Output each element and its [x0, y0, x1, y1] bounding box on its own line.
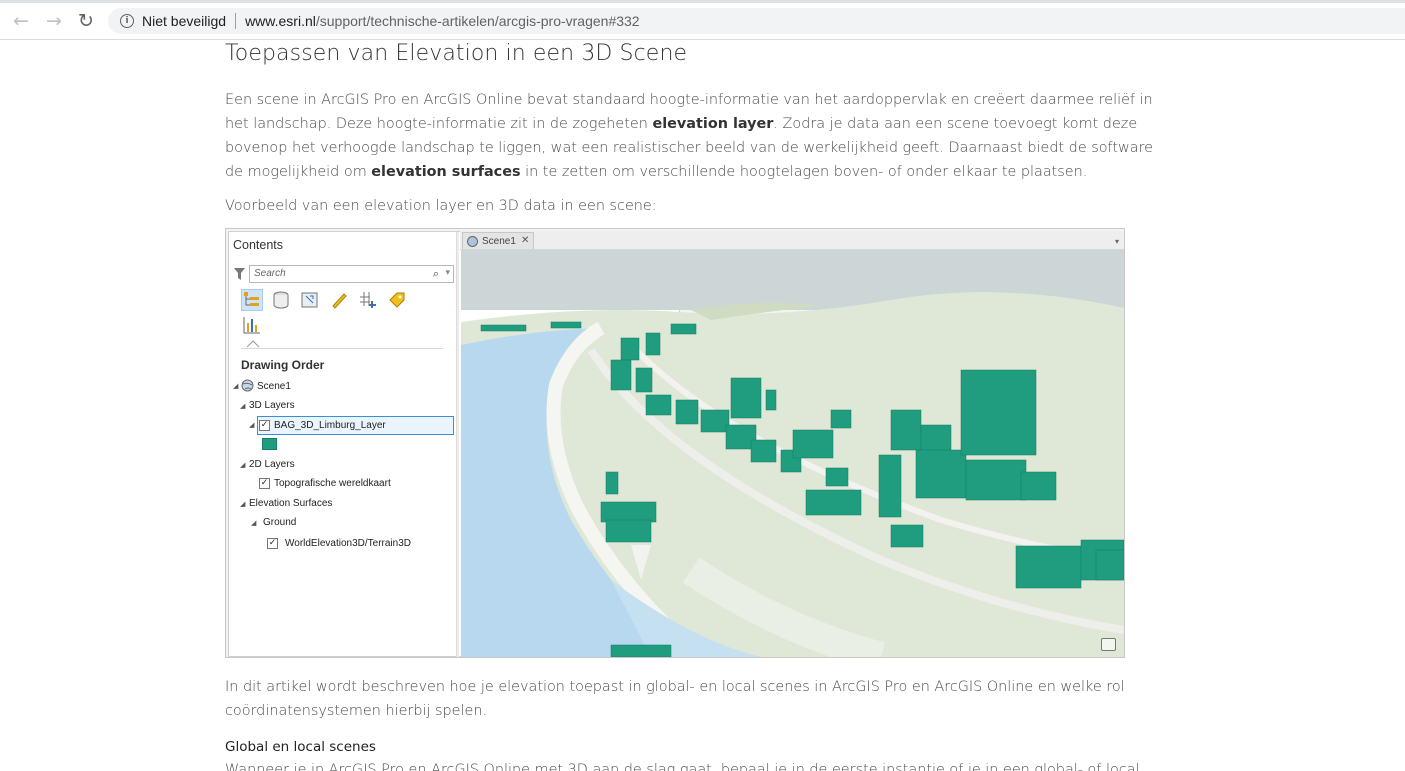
3d-scene-view	[461, 250, 1124, 657]
layer-checkbox: ✓	[267, 538, 278, 549]
pane-splitter	[456, 232, 459, 657]
expand-triangle-icon: ◢	[251, 519, 257, 527]
url-path: /support/technische-artikelen/arcgis-pro…	[315, 13, 640, 29]
scene-tab-label: Scene1	[482, 236, 516, 247]
tree-ground: Ground	[263, 517, 297, 528]
layer-symbol-swatch	[262, 438, 277, 450]
tree-group-elevation: Elevation Surfaces	[249, 498, 333, 509]
tree-scene: Scene1	[257, 381, 291, 392]
tab-strip-edge	[0, 0, 1405, 3]
address-bar[interactable]: i Niet beveiligd www.esri.nl/support/tec…	[108, 8, 1405, 34]
search-placeholder: Search	[254, 268, 286, 279]
chevron-up-icon	[246, 340, 260, 348]
intro-text-3: in te zetten om verschillende hoogtelage…	[520, 164, 1088, 180]
arcgis-pro-screenshot: Contents ▾⊥✕ Search ⌕ ▾	[225, 228, 1125, 658]
list-by-selection-icon	[299, 289, 321, 311]
tree-elevation-source: WorldElevation3D/Terrain3D	[285, 538, 411, 549]
intro-paragraph: Een scene in ArcGIS Pro en ArcGIS Online…	[225, 88, 1170, 184]
section-heading: Global en local scenes	[225, 739, 376, 755]
page-title: Toepassen van Elevation in een 3D Scene	[225, 41, 688, 66]
arrow-right-icon[interactable]: →	[42, 9, 66, 33]
expand-triangle-icon: ◢	[249, 421, 255, 429]
list-by-data-source-icon	[270, 289, 292, 311]
scene-tab: Scene1 ✕	[462, 232, 534, 249]
expand-triangle-icon: ◢	[240, 461, 246, 469]
filter-icon	[234, 268, 245, 280]
toolbar-divider	[241, 348, 443, 349]
list-by-drawing-order-icon	[241, 289, 263, 311]
scene-tabbar: ▾	[460, 231, 1124, 250]
intro-bold-elevation-surfaces: elevation surfaces	[371, 164, 521, 180]
browser-toolbar: ← → ↻ i Niet beveiligd www.esri.nl/suppo…	[0, 0, 1405, 40]
layer-checkbox: ✓	[259, 420, 270, 431]
list-by-editing-icon	[328, 289, 350, 311]
list-by-labeling-icon	[386, 289, 408, 311]
example-caption: Voorbeeld van een elevation layer en 3D …	[225, 198, 657, 214]
layer-checkbox: ✓	[259, 478, 270, 489]
security-label: Niet beveiligd	[142, 13, 227, 29]
drawing-order-heading: Drawing Order	[241, 358, 325, 372]
expand-triangle-icon: ◢	[240, 500, 246, 508]
tree-group-3d-layers: 3D Layers	[249, 400, 295, 411]
close-icon: ✕	[521, 235, 530, 246]
contents-search-input: Search ⌕ ▾	[249, 265, 454, 283]
after-figure-paragraph: In dit artikel wordt beschreven hoe je e…	[225, 679, 1125, 719]
scene-render	[461, 250, 1124, 657]
chevron-down-icon: ▾	[445, 267, 450, 277]
address-separator	[235, 13, 237, 29]
list-by-snapping-icon	[357, 289, 379, 311]
contents-title: Contents	[233, 238, 284, 252]
section-paragraph: Wanneer je in ArcGIS Pro en ArcGIS Onlin…	[225, 762, 1140, 771]
arrow-left-icon[interactable]: ←	[9, 9, 33, 33]
expand-triangle-icon: ◢	[240, 402, 246, 410]
expand-triangle-icon: ◢	[233, 382, 239, 390]
intro-bold-elevation-layer: elevation layer	[652, 116, 774, 132]
chevron-down-icon: ▾	[1114, 237, 1119, 246]
reload-icon[interactable]: ↻	[74, 9, 98, 33]
info-icon[interactable]: i	[120, 14, 134, 28]
tree-layer-topo: Topografische wereldkaart	[274, 478, 391, 489]
globe-icon	[467, 236, 478, 247]
tree-group-2d-layers: 2D Layers	[249, 459, 295, 470]
url-host: www.esri.nl	[245, 13, 316, 29]
navigator-icon	[1101, 638, 1116, 651]
globe-icon	[241, 379, 254, 392]
search-icon: ⌕	[432, 267, 439, 280]
tree-layer-bag3d: BAG_3D_Limburg_Layer	[274, 420, 386, 431]
list-charts-icon	[241, 314, 263, 336]
